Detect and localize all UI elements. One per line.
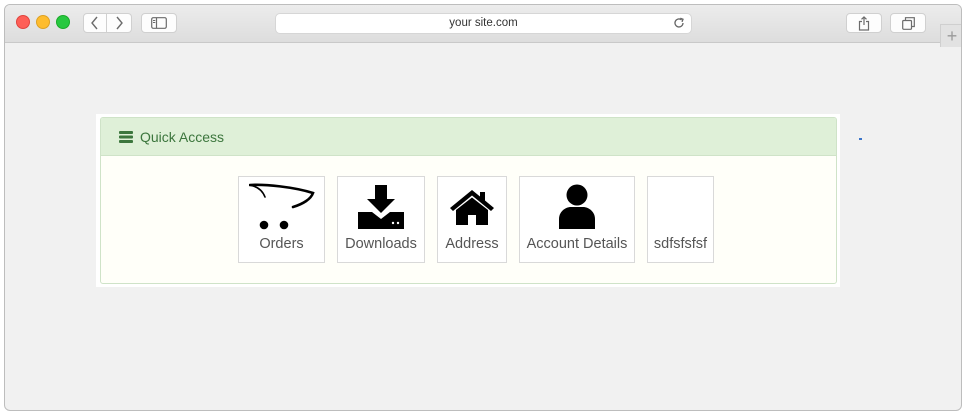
tile-label: Account Details [526,236,628,252]
browser-toolbar: your site.com [5,5,961,43]
downloads-tile[interactable]: Downloads [337,176,425,263]
reload-button[interactable] [673,17,685,36]
tile-label: Address [445,236,499,252]
tabs-icon [901,16,915,30]
share-button[interactable] [846,13,882,33]
minimize-window-button[interactable] [36,15,50,29]
quick-access-wrapper: Quick Access Orders Downloads Address Ac… [96,114,840,287]
account-details-tile[interactable]: Account Details [519,176,635,263]
sidebar-toggle-button[interactable] [141,13,177,33]
download-icon [338,181,424,233]
cart-icon [239,181,324,233]
user-icon [520,181,634,233]
list-icon [119,130,133,143]
marker [859,138,862,140]
back-button[interactable] [83,13,107,33]
chevron-left-icon [91,16,98,30]
zoom-window-button[interactable] [56,15,70,29]
quick-access-panel: Quick Access Orders Downloads Address Ac… [100,117,837,284]
reload-icon [674,17,684,28]
plus-icon: + [946,26,958,46]
quick-access-tiles: Orders Downloads Address Account Details [101,156,836,283]
address-tile[interactable]: Address [437,176,507,263]
tile-label: Downloads [345,236,417,252]
share-icon [858,15,870,31]
sidebar-icon [151,17,167,29]
forward-button[interactable] [107,13,132,33]
address-text: your site.com [449,17,518,29]
close-window-button[interactable] [16,15,30,29]
tile-label: sdfsfsfsf [653,236,708,252]
home-icon [438,181,506,233]
panel-title: Quick Access [140,128,225,145]
orders-tile[interactable]: Orders [238,176,325,263]
panel-heading: Quick Access [101,118,836,156]
tile-label: Orders [259,236,304,252]
custom-tile[interactable]: sdfsfsfsf [647,176,714,263]
chevron-right-icon [116,16,123,30]
new-tab-button[interactable]: + [940,24,961,47]
address-bar[interactable]: your site.com [275,13,692,34]
tab-overview-button[interactable] [890,13,926,33]
